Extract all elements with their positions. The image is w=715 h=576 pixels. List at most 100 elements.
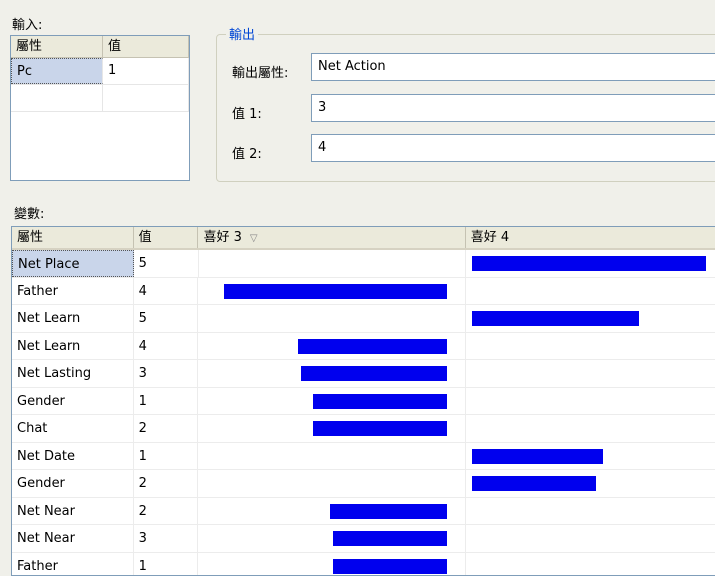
variables-row[interactable]: Chat2 [12,415,715,443]
pref4-cell[interactable] [466,278,715,305]
pref4-cell[interactable] [466,360,715,387]
pref3-cell[interactable] [198,360,465,387]
pref4-cell[interactable] [466,250,715,277]
pref3-cell[interactable] [198,443,465,470]
input-cell-value[interactable]: 1 [103,58,189,84]
output-value2-value: 4 [318,140,326,155]
variables-row[interactable]: Net Place5 [12,250,715,278]
pref3-bar [298,339,447,354]
input-row-empty[interactable] [11,85,189,112]
output-attr-label: 輸出屬性: [232,62,288,81]
variables-grid-header: 屬性 值 喜好 3▽ 喜好 4 [12,227,715,250]
output-value1-field[interactable]: 3 [311,94,715,122]
pref4-bar [472,256,706,271]
output-value2-label: 值 2: [232,143,262,162]
variable-value-cell[interactable]: 3 [134,360,199,387]
variables-label: 變數: [14,203,44,222]
output-value1-value: 3 [318,100,326,115]
variable-value-cell[interactable]: 1 [134,443,199,470]
input-cell-attr[interactable]: Pc [11,58,103,84]
input-row[interactable]: Pc 1 [11,58,189,85]
variable-value-cell[interactable]: 2 [134,470,199,497]
input-header-attr[interactable]: 屬性 [11,36,103,57]
pref3-cell[interactable] [198,305,465,332]
variables-row[interactable]: Gender1 [12,388,715,416]
pref3-bar [333,559,447,574]
pref3-cell[interactable] [198,415,465,442]
header-pref3[interactable]: 喜好 3▽ [198,227,465,248]
pref3-cell[interactable] [198,388,465,415]
pref4-cell[interactable] [466,525,715,552]
output-value2-field[interactable]: 4 [311,134,715,162]
variables-row[interactable]: Father1 [12,553,715,576]
variables-row[interactable]: Net Learn4 [12,333,715,361]
variable-value-cell[interactable]: 2 [134,415,199,442]
variables-row[interactable]: Gender2 [12,470,715,498]
input-label: 輸入: [12,14,42,33]
pref3-cell[interactable] [198,333,465,360]
pref3-cell[interactable] [198,498,465,525]
variable-attr-cell[interactable]: Father [12,278,134,305]
variables-row[interactable]: Net Near3 [12,525,715,553]
variable-value-cell[interactable]: 2 [134,498,199,525]
variables-row[interactable]: Net Near2 [12,498,715,526]
pref4-cell[interactable] [466,470,715,497]
input-table[interactable]: 屬性 值 Pc 1 [10,35,190,181]
variable-attr-cell[interactable]: Father [12,553,134,576]
header-pref4[interactable]: 喜好 4 [466,227,715,248]
output-attr-value: Net Action [318,59,386,74]
pref3-cell[interactable] [198,278,465,305]
input-table-header: 屬性 值 [11,36,189,58]
pref3-bar [333,531,447,546]
variables-grid-body: Net Place5Father4Net Learn5Net Learn4Net… [12,250,715,576]
input-header-value[interactable]: 值 [103,36,189,57]
pref4-bar [472,449,603,464]
variable-value-cell[interactable]: 5 [134,305,199,332]
pref3-cell[interactable] [198,525,465,552]
variable-attr-cell[interactable]: Gender [12,470,134,497]
input-cell-value-empty[interactable] [103,85,189,111]
variable-attr-cell[interactable]: Gender [12,388,134,415]
pref3-bar [224,284,447,299]
variables-row[interactable]: Net Date1 [12,443,715,471]
header-attr[interactable]: 屬性 [12,227,134,248]
variable-value-cell[interactable]: 3 [134,525,199,552]
pref3-cell[interactable] [199,250,466,277]
pref3-bar [313,394,447,409]
pref4-bar [472,476,596,491]
variable-value-cell[interactable]: 4 [134,333,199,360]
variable-attr-cell[interactable]: Net Near [12,525,134,552]
pref4-cell[interactable] [466,333,715,360]
variable-value-cell[interactable]: 4 [134,278,199,305]
pref4-bar [472,311,639,326]
output-attr-field[interactable]: Net Action [311,53,715,81]
variable-attr-cell[interactable]: Net Learn [12,333,134,360]
variable-attr-cell[interactable]: Net Place [12,250,134,277]
variable-value-cell[interactable]: 1 [134,388,199,415]
pref4-cell[interactable] [466,415,715,442]
variables-row[interactable]: Father4 [12,278,715,306]
variable-attr-cell[interactable]: Net Lasting [12,360,134,387]
variable-attr-cell[interactable]: Net Near [12,498,134,525]
variables-row[interactable]: Net Lasting3 [12,360,715,388]
pref3-cell[interactable] [198,470,465,497]
pref4-cell[interactable] [466,498,715,525]
pref3-bar [330,504,447,519]
pref4-cell[interactable] [466,553,715,576]
variable-value-cell[interactable]: 5 [134,250,199,277]
header-value[interactable]: 值 [134,227,199,248]
variable-attr-cell[interactable]: Net Learn [12,305,134,332]
pref4-cell[interactable] [466,305,715,332]
variables-grid[interactable]: 屬性 值 喜好 3▽ 喜好 4 Net Place5Father4Net Lea… [11,226,715,576]
pref4-cell[interactable] [466,443,715,470]
input-cell-attr-empty[interactable] [11,85,103,111]
pref3-bar [313,421,447,436]
variables-row[interactable]: Net Learn5 [12,305,715,333]
pref3-cell[interactable] [198,553,465,576]
variable-value-cell[interactable]: 1 [134,553,199,576]
sort-desc-icon: ▽ [250,233,258,244]
variable-attr-cell[interactable]: Chat [12,415,134,442]
variable-attr-cell[interactable]: Net Date [12,443,134,470]
output-legend: 輸出 [226,24,258,43]
pref4-cell[interactable] [466,388,715,415]
